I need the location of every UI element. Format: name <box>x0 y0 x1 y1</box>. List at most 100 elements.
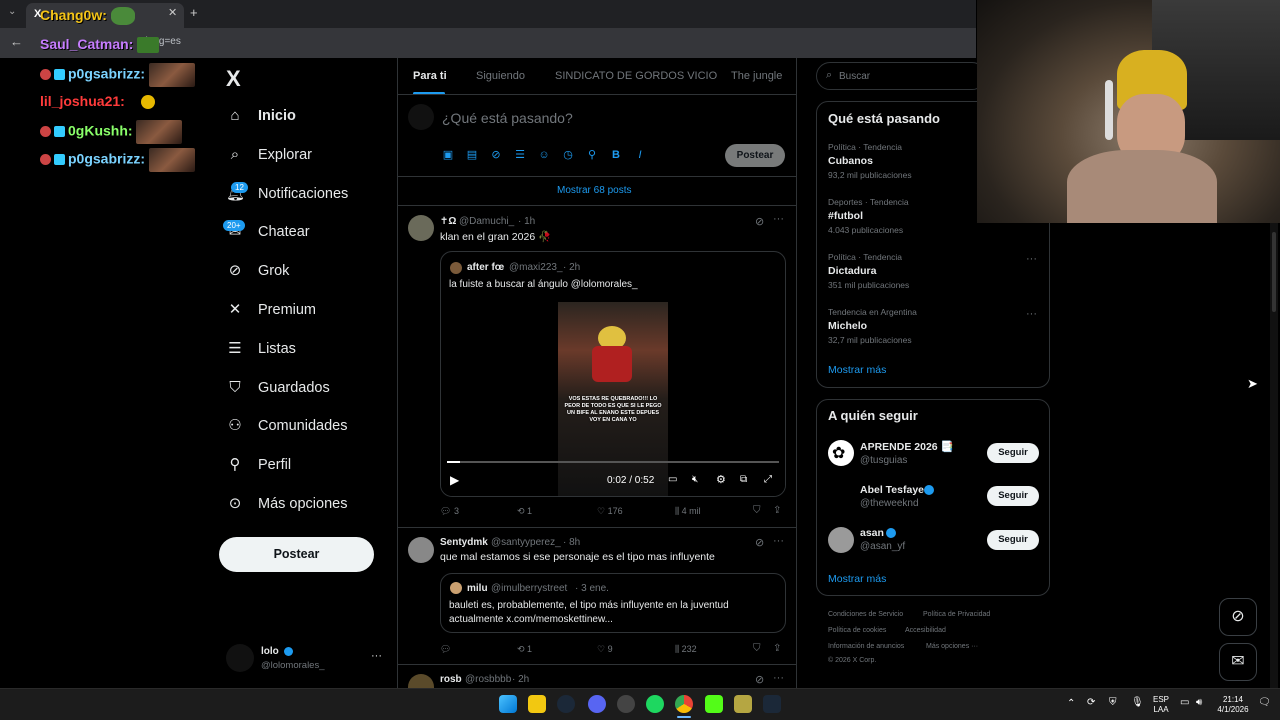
sidebar-item-comunidades[interactable]: ⚇ Comunidades <box>226 412 347 440</box>
file-explorer-icon[interactable] <box>528 695 546 713</box>
follow-name[interactable]: asan <box>860 527 884 539</box>
avatar[interactable] <box>408 537 434 563</box>
app-icon[interactable] <box>734 695 752 713</box>
tab-siguiendo[interactable]: Siguiendo <box>476 70 525 82</box>
clock[interactable]: 21:14 4/1/2026 <box>1212 695 1254 715</box>
close-tab-icon[interactable]: ✕ <box>168 6 177 19</box>
follow-button[interactable]: Seguir <box>987 443 1039 463</box>
footer-link[interactable]: Política de cookies <box>828 627 886 634</box>
avatar[interactable]: ✿ <box>828 440 854 466</box>
footer-link[interactable]: Política de Privacidad <box>923 611 990 618</box>
play-icon[interactable]: ▶ <box>450 473 459 487</box>
account-switcher[interactable]: lolo @lolomorales_ ··· <box>226 644 396 674</box>
more-icon[interactable]: ··· <box>773 213 784 225</box>
avatar[interactable] <box>828 527 854 553</box>
obs-icon[interactable] <box>617 695 635 713</box>
chrome-icon[interactable] <box>675 695 693 713</box>
follow-name[interactable]: Abel Tesfaye <box>860 484 924 496</box>
shield-icon[interactable]: ⛨ <box>1109 698 1117 708</box>
notification-center-icon[interactable]: 🗨︎ <box>1258 698 1271 708</box>
repost-count[interactable]: ⟲ 1 <box>517 506 532 517</box>
discord-icon[interactable] <box>588 695 606 713</box>
sync-icon[interactable]: ⟳ <box>1087 698 1095 708</box>
kick-icon[interactable] <box>705 695 723 713</box>
italic-icon[interactable]: I <box>634 149 646 161</box>
sidebar-item-grok[interactable]: ⊘ Grok <box>226 257 290 285</box>
x-logo-icon[interactable]: X <box>226 66 241 92</box>
tab-list-icon[interactable]: ⌄ <box>8 6 16 17</box>
footer-link[interactable]: Más opciones ··· <box>926 643 978 650</box>
trends-show-more[interactable]: Mostrar más <box>828 364 886 376</box>
language-indicator[interactable]: ESP LAA <box>1150 695 1172 715</box>
more-icon[interactable]: ··· <box>1026 308 1037 320</box>
view-count[interactable]: ⫼ 4 mil <box>675 506 701 517</box>
volume-icon[interactable]: 🔊︎ <box>1196 698 1202 708</box>
post-author[interactable]: Sentydmk <box>440 537 488 548</box>
bold-icon[interactable]: B <box>610 149 622 161</box>
network-icon[interactable]: ▭ <box>1180 698 1189 708</box>
bookmark-icon[interactable]: ⛉ <box>753 643 761 654</box>
post-button[interactable]: Postear <box>219 537 374 572</box>
post-author[interactable]: rosb <box>440 674 462 685</box>
footer-link[interactable]: Condiciones de Servicio <box>828 611 903 618</box>
share-icon[interactable]: ⇪ <box>773 505 781 516</box>
post-author[interactable]: ✝Ω <box>440 216 456 227</box>
repost-count[interactable]: ⟲ 1 <box>517 644 532 655</box>
settings-icon[interactable]: ⚙ <box>716 473 726 486</box>
avatar[interactable] <box>828 484 854 510</box>
avatar[interactable] <box>408 215 434 241</box>
grok-icon[interactable]: ⊘ <box>755 215 764 228</box>
location-icon[interactable]: ⚲ <box>586 149 598 161</box>
reply-count[interactable]: 💬︎ <box>440 644 451 655</box>
mute-icon[interactable]: 🔇︎ <box>692 474 698 485</box>
gif-icon[interactable]: ▤ <box>466 149 478 161</box>
follow-name[interactable]: APRENDE 2026 📑 <box>860 440 954 453</box>
video-player[interactable]: VOS ESTAS RE QUEBRADO!!! LO PEOR DE TODO… <box>441 302 785 496</box>
captions-icon[interactable]: ▭ <box>668 474 677 485</box>
composer-post-button[interactable]: Postear <box>725 144 785 167</box>
emoji-icon[interactable]: ☺ <box>538 149 550 161</box>
sidebar-item-guardados[interactable]: ⛉ Guardados <box>226 374 329 402</box>
scrollbar-thumb[interactable] <box>1272 232 1276 312</box>
post-handle[interactable]: @santyyperez_ <box>491 537 561 548</box>
footer-link[interactable]: Información de anuncios <box>828 643 904 650</box>
sidebar-item-inicio[interactable]: ⌂ Inicio <box>226 102 295 130</box>
windows-start-icon[interactable] <box>499 695 517 713</box>
sidebar-item-explorar[interactable]: ⌕ Explorar <box>226 141 312 169</box>
show-more-posts[interactable]: Mostrar 68 posts <box>557 185 631 196</box>
grok-icon[interactable]: ⊘ <box>755 536 764 549</box>
sidebar-item-premium[interactable]: ✕ Premium <box>226 296 316 324</box>
microphone-icon[interactable]: 🎙︎ <box>1131 698 1144 708</box>
more-icon[interactable]: ··· <box>773 672 784 684</box>
steam-icon[interactable] <box>557 695 575 713</box>
share-icon[interactable]: ⇪ <box>773 643 781 654</box>
video-progress-track[interactable] <box>447 461 779 463</box>
sidebar-item-mas-opciones[interactable]: ⊙ Más opciones <box>226 490 348 518</box>
like-count[interactable]: ♡ 9 <box>597 644 613 655</box>
chevron-up-icon[interactable]: ⌃ <box>1067 699 1075 709</box>
more-icon[interactable]: ··· <box>1026 253 1037 265</box>
follow-button[interactable]: Seguir <box>987 530 1039 550</box>
messages-fab-button[interactable]: ✉ <box>1219 643 1257 681</box>
footer-link[interactable]: Accesibilidad <box>905 627 946 634</box>
image-icon[interactable]: ▣ <box>442 149 454 161</box>
reply-count[interactable]: 💬︎ 3 <box>440 506 459 517</box>
fullscreen-icon[interactable]: ⤢ <box>764 474 772 485</box>
tab-sindicato[interactable]: SINDICATO DE GORDOS VICIO <box>555 70 717 82</box>
grok-fab-button[interactable]: ⊘ <box>1219 598 1257 636</box>
post-handle[interactable]: @rosbbbb <box>465 674 511 685</box>
more-icon[interactable]: ··· <box>773 535 784 547</box>
view-count[interactable]: ⫼ 232 <box>675 644 697 655</box>
more-icon[interactable]: ··· <box>371 650 382 662</box>
spotify-icon[interactable] <box>646 695 664 713</box>
sidebar-item-listas[interactable]: ☰ Listas <box>226 335 296 363</box>
back-icon[interactable]: ← <box>10 34 23 49</box>
grok-icon[interactable]: ⊘ <box>490 149 502 161</box>
tab-the-jungle[interactable]: The jungle <box>731 70 782 82</box>
search-input[interactable]: ⌕ Buscar <box>816 62 986 90</box>
poll-icon[interactable]: ☰ <box>514 149 526 161</box>
pip-icon[interactable]: ⧉ <box>740 474 747 485</box>
grok-icon[interactable]: ⊘ <box>755 673 764 686</box>
bookmark-icon[interactable]: ⛉ <box>753 505 761 516</box>
follow-show-more[interactable]: Mostrar más <box>828 573 886 585</box>
